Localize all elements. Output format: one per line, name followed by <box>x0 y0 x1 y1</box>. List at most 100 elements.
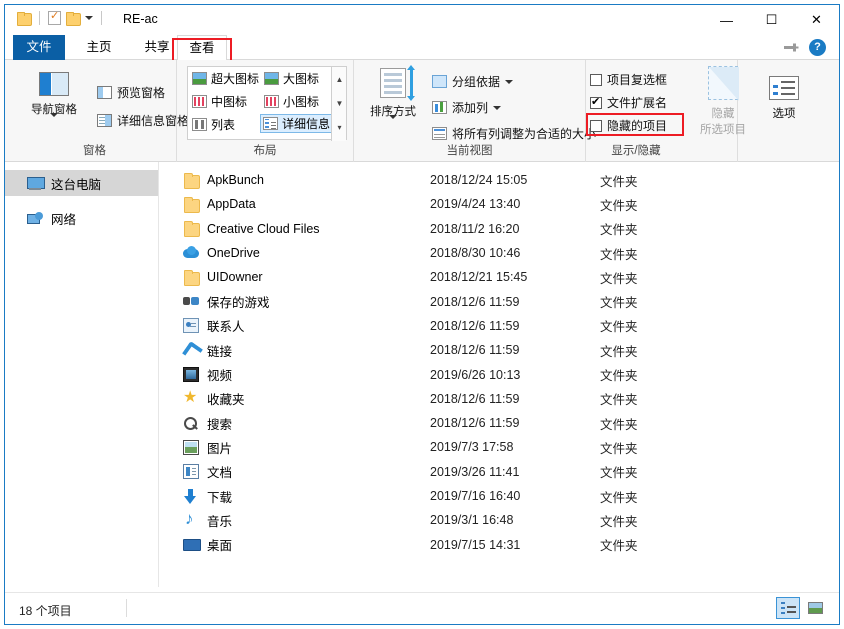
table-row[interactable]: Creative Cloud Files 2018/11/2 16:20 文件夹 <box>160 217 839 241</box>
table-row[interactable]: 链接 2018/12/6 11:59 文件夹 <box>160 338 839 362</box>
view-buttons <box>776 597 827 619</box>
gallery-item-label: 超大图标 <box>211 72 260 86</box>
file-name-label: UIDowner <box>207 270 263 285</box>
navigation-pane-icon <box>39 72 69 96</box>
date-modified-cell: 2019/7/16 16:40 <box>430 489 521 503</box>
gallery-item-extra-large-icons[interactable]: 超大图标 <box>192 70 259 87</box>
status-divider <box>126 599 127 617</box>
table-row[interactable]: ApkBunch 2018/12/24 15:05 文件夹 <box>160 168 839 192</box>
navigation-pane-button[interactable]: 导航窗格 <box>21 72 87 129</box>
pin-ribbon-icon[interactable] <box>783 41 799 54</box>
add-columns-button[interactable]: 添加列 <box>432 99 502 116</box>
tab-file[interactable]: 文件 <box>13 35 65 60</box>
options-button[interactable]: 选项 <box>756 76 812 121</box>
file-name-cell: ApkBunch <box>160 172 430 189</box>
table-row[interactable]: 图片 2019/7/3 17:58 文件夹 <box>160 435 839 459</box>
file-extensions-option[interactable]: 文件扩展名 <box>590 94 667 111</box>
file-name-label: 下载 <box>207 490 233 505</box>
scroll-up-icon[interactable]: ▲ <box>332 67 347 91</box>
games-icon <box>183 294 199 309</box>
sidebar-item-label: 网络 <box>51 212 77 227</box>
group-label-show-hide: 显示/隐藏 <box>611 145 661 157</box>
table-row[interactable]: 音乐 2019/3/1 16:48 文件夹 <box>160 508 839 532</box>
checkbox-item-checkboxes[interactable] <box>590 73 602 86</box>
content-area: 这台电脑 网络 ApkBunch 2018/12/24 15:05 文件夹 AppDa… <box>5 162 839 587</box>
table-row[interactable]: 视频 2019/6/26 10:13 文件夹 <box>160 362 839 386</box>
sidebar-item-network[interactable]: 网络 <box>5 205 158 231</box>
details-view-icon <box>263 117 278 130</box>
tab-home[interactable]: 主页 <box>73 35 125 60</box>
help-button[interactable]: ? <box>809 39 826 56</box>
type-cell: 文件夹 <box>600 490 638 505</box>
date-modified-cell: 2019/6/26 10:13 <box>430 367 521 382</box>
sidebar-item-this-pc[interactable]: 这台电脑 <box>5 170 158 196</box>
table-row[interactable]: AppData 2019/4/24 13:40 文件夹 <box>160 192 839 216</box>
desktop-icon <box>183 537 201 552</box>
folder-icon[interactable] <box>17 12 32 26</box>
table-row[interactable]: 联系人 2018/12/6 11:59 文件夹 <box>160 314 839 338</box>
group-by-button[interactable]: 分组依据 <box>432 73 514 90</box>
chevron-down-icon[interactable] <box>85 16 93 20</box>
type-cell: 文件夹 <box>600 441 638 456</box>
tab-view[interactable]: 查看 <box>177 35 227 61</box>
gallery-expand-icon[interactable]: ▾ <box>332 115 347 139</box>
file-name-label: 收藏夹 <box>207 393 245 408</box>
scroll-down-icon[interactable]: ▼ <box>332 91 347 115</box>
status-bar: 18 个项目 <box>5 592 839 624</box>
add-columns-icon <box>432 101 447 114</box>
gallery-item-details[interactable]: 详细信息 <box>260 114 334 133</box>
gallery-item-small-icons[interactable]: 小图标 <box>264 93 319 110</box>
ribbon-group-current-view: 排序方式 分组依据 添加列 将所有列调整为合适的大小 当前视图 <box>354 60 596 162</box>
options-label: 选项 <box>772 108 796 120</box>
table-row[interactable]: 桌面 2019/7/15 14:31 文件夹 <box>160 532 839 556</box>
file-name-label: 文档 <box>207 466 233 481</box>
sort-by-button[interactable]: 排序方式 <box>362 65 424 131</box>
date-modified-cell: 2019/3/26 11:41 <box>430 464 520 479</box>
table-row[interactable]: UIDowner 2018/12/21 15:45 文件夹 <box>160 265 839 289</box>
chevron-down-icon[interactable] <box>50 113 58 129</box>
checkbox-hidden-items[interactable] <box>590 119 602 132</box>
group-label-panes: 窗格 <box>83 145 106 157</box>
properties-icon[interactable] <box>48 9 61 25</box>
checkbox-file-extensions[interactable] <box>590 95 602 109</box>
details-pane-button[interactable]: 详细信息窗格 <box>97 112 189 129</box>
large-icons-view-button[interactable] <box>803 597 827 619</box>
chevron-down-icon[interactable] <box>389 115 397 131</box>
details-view-button[interactable] <box>776 597 800 619</box>
qat-divider-2 <box>101 11 102 25</box>
date-modified-cell: 2018/12/6 11:59 <box>430 318 520 333</box>
tab-share[interactable]: 共享 <box>131 35 183 60</box>
gallery-item-medium-icons[interactable]: 中图标 <box>192 93 247 110</box>
sidebar-item-label: 这台电脑 <box>51 177 102 192</box>
table-row[interactable]: 搜索 2018/12/6 11:59 文件夹 <box>160 411 839 435</box>
gallery-scrollbar[interactable]: ▲ ▼ ▾ <box>331 67 346 141</box>
file-name-cell: 图片 <box>160 438 430 457</box>
file-list[interactable]: ApkBunch 2018/12/24 15:05 文件夹 AppData 2019/4… <box>160 162 839 587</box>
type-cell: 文件夹 <box>600 320 638 335</box>
type-cell: 文件夹 <box>600 393 638 408</box>
chevron-down-icon[interactable] <box>505 79 514 84</box>
size-all-columns-button[interactable]: 将所有列调整为合适的大小 <box>432 125 596 142</box>
table-row[interactable]: 收藏夹 2018/12/6 11:59 文件夹 <box>160 387 839 411</box>
links-icon <box>183 343 199 358</box>
minimize-button[interactable]: — <box>704 5 749 35</box>
maximize-button[interactable]: ☐ <box>749 5 794 35</box>
new-folder-icon[interactable] <box>66 12 81 26</box>
file-name-label: 图片 <box>207 441 233 456</box>
date-modified-cell: 2018/12/6 11:59 <box>430 391 520 406</box>
gallery-item-list[interactable]: 列表 <box>192 116 235 133</box>
hidden-items-option[interactable]: 隐藏的项目 <box>590 117 667 134</box>
table-row[interactable]: OneDrive 2018/8/30 10:46 文件夹 <box>160 241 839 265</box>
item-checkboxes-option[interactable]: 项目复选框 <box>590 71 667 88</box>
table-row[interactable]: 文档 2019/3/26 11:41 文件夹 <box>160 460 839 484</box>
preview-pane-button[interactable]: 预览窗格 <box>97 84 165 101</box>
file-name-cell: 文档 <box>160 462 430 481</box>
table-row[interactable]: 保存的游戏 2018/12/6 11:59 文件夹 <box>160 289 839 313</box>
table-row[interactable]: 下载 2019/7/16 16:40 文件夹 <box>160 484 839 508</box>
gallery-item-large-icons[interactable]: 大图标 <box>264 70 319 87</box>
file-name-cell: 搜索 <box>160 414 430 433</box>
file-name-cell: 下载 <box>160 487 430 506</box>
date-modified-cell: 2018/12/6 11:59 <box>430 343 520 358</box>
chevron-down-icon[interactable] <box>493 105 502 110</box>
close-button[interactable]: ✕ <box>794 5 839 35</box>
